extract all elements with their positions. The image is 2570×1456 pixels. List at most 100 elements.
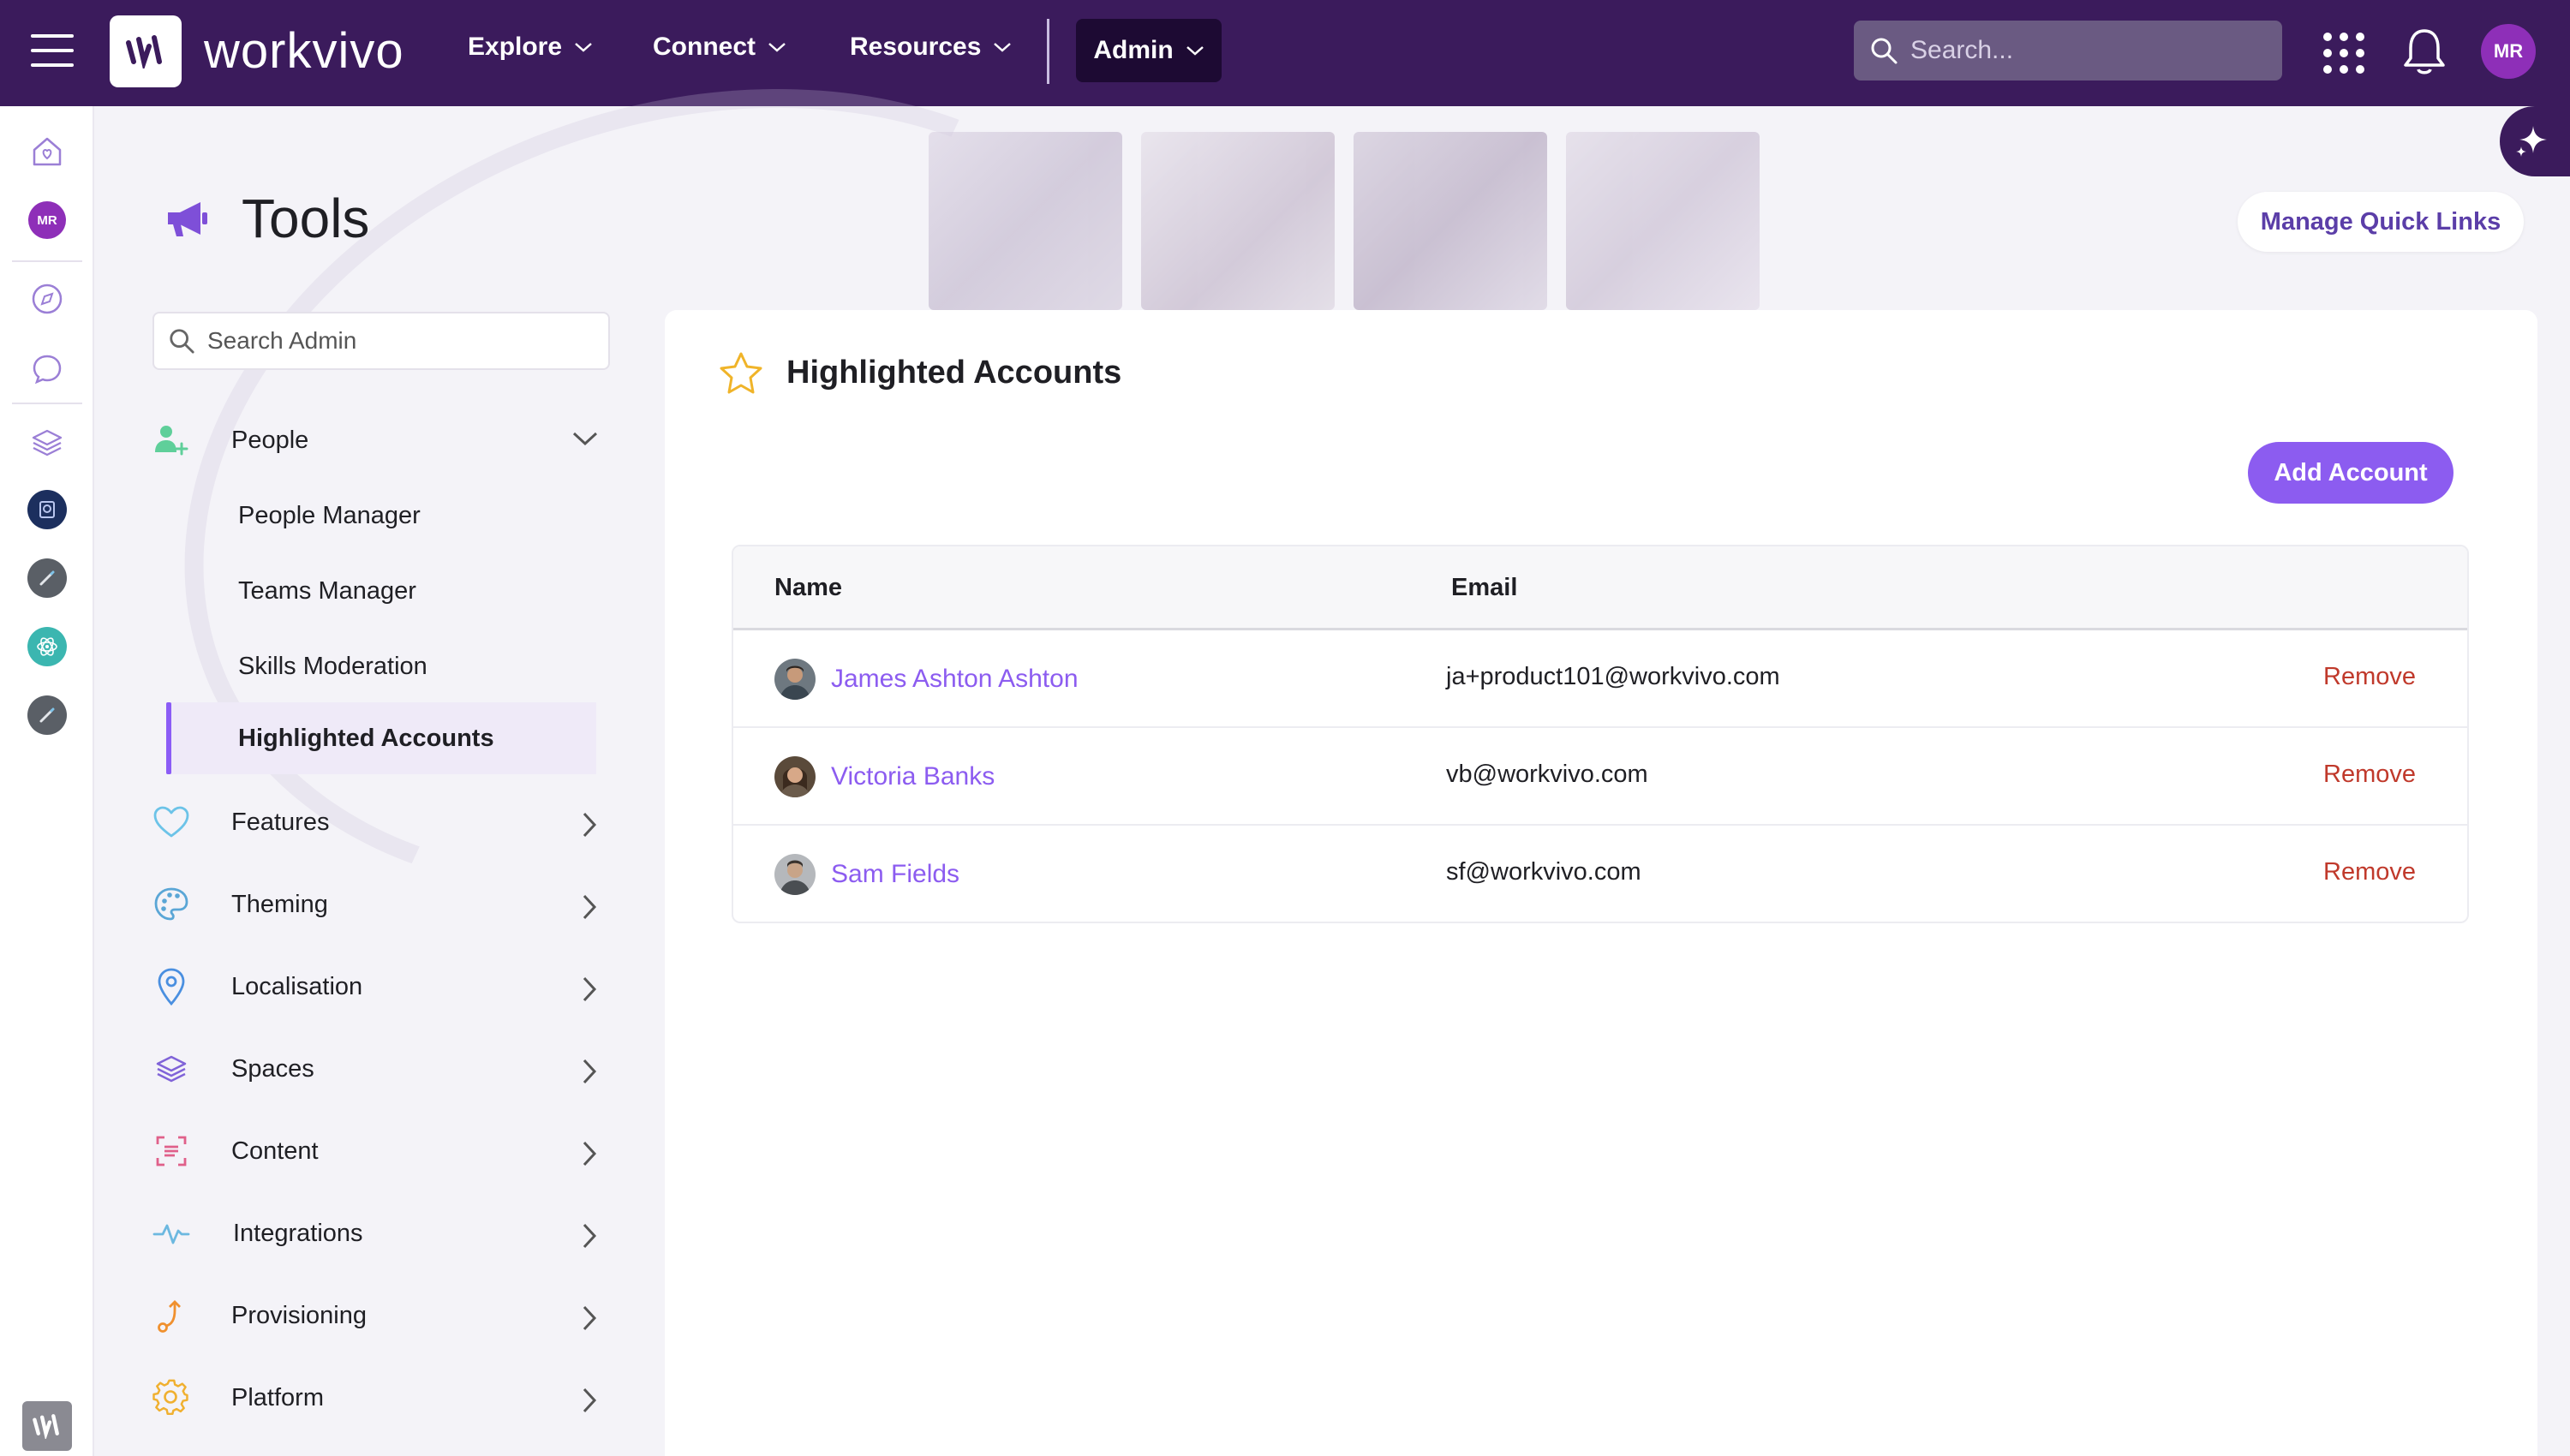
sidebar-item-platform[interactable]: Platform — [151, 1372, 613, 1423]
table-row: Sam Fields sf@workvivo.com Remove — [733, 826, 2467, 922]
global-search-input[interactable] — [1910, 36, 2270, 65]
sidebar-item-label: Integrations — [233, 1219, 363, 1247]
sidebar-subitem-people-manager[interactable]: People Manager — [166, 480, 596, 552]
star-icon — [718, 351, 764, 400]
sidebar-item-label: Features — [231, 808, 330, 836]
sidebar-item-theming[interactable]: Theming — [151, 879, 613, 930]
pen-badge-icon — [27, 558, 67, 598]
activity-pulse-icon — [151, 1213, 192, 1254]
workvivo-logo-icon[interactable] — [110, 15, 182, 87]
gear-icon — [151, 1377, 192, 1418]
sidebar-subitem-label: Teams Manager — [238, 576, 416, 605]
user-avatar[interactable]: MR — [2481, 24, 2536, 79]
chevron-right-icon — [583, 976, 597, 1002]
rail-profile[interactable]: MR — [26, 199, 69, 242]
apps-grid-icon[interactable] — [2323, 33, 2364, 74]
sidebar-item-label: Provisioning — [231, 1301, 367, 1329]
logo-text: workvivo — [204, 23, 404, 79]
pen-badge-icon — [27, 695, 67, 735]
sidebar-subitem-label: Highlighted Accounts — [238, 724, 494, 752]
admin-label: Admin — [1093, 36, 1174, 64]
chevron-right-icon — [583, 1387, 597, 1413]
sidebar-item-localisation[interactable]: Localisation — [151, 961, 613, 1012]
rail-space-icon[interactable] — [26, 694, 69, 737]
sidebar-item-spaces[interactable]: Spaces — [151, 1043, 613, 1095]
left-rail: MR — [0, 106, 94, 1456]
account-email: sf@workvivo.com — [1446, 858, 1641, 886]
chevron-down-icon — [768, 43, 786, 52]
table-row: James Ashton Ashton ja+product101@workvi… — [733, 630, 2467, 728]
workvivo-small-logo-icon[interactable] — [22, 1401, 72, 1451]
account-avatar — [774, 756, 816, 797]
column-header-email: Email — [1451, 574, 1518, 601]
admin-search-input[interactable] — [207, 327, 601, 355]
account-name-link[interactable]: Sam Fields — [831, 860, 959, 889]
rail-home-icon[interactable] — [26, 130, 69, 173]
remove-account-button[interactable]: Remove — [2323, 761, 2416, 789]
remove-account-button[interactable]: Remove — [2323, 663, 2416, 691]
nav-divider — [1047, 19, 1049, 84]
account-name-link[interactable]: Victoria Banks — [831, 762, 995, 791]
location-pin-icon — [151, 966, 192, 1007]
account-avatar — [774, 659, 816, 700]
sidebar-item-label: Spaces — [231, 1054, 314, 1083]
accounts-table: Name Email James Ashton Ashton ja+produc… — [732, 545, 2469, 923]
account-email: ja+product101@workvivo.com — [1446, 663, 1780, 690]
account-name-link[interactable]: James Ashton Ashton — [831, 665, 1079, 694]
sidebar-item-integrations[interactable]: Integrations — [151, 1208, 613, 1259]
sidebar-subitem-label: People Manager — [238, 501, 421, 529]
panel-title: Highlighted Accounts — [786, 355, 1122, 391]
sidebar-item-label: Platform — [231, 1383, 324, 1411]
column-header-name: Name — [774, 574, 842, 601]
nav-connect[interactable]: Connect — [653, 33, 786, 62]
remove-account-button[interactable]: Remove — [2323, 858, 2416, 886]
chevron-down-icon — [994, 43, 1012, 52]
nav-resources[interactable]: Resources — [850, 33, 1012, 62]
sidebar-subitem-highlighted-accounts[interactable]: Highlighted Accounts — [166, 702, 596, 774]
sidebar-item-content[interactable]: Content — [151, 1125, 613, 1177]
sidebar-item-label: Content — [231, 1137, 319, 1165]
manage-quick-links-button[interactable]: Manage Quick Links — [2238, 192, 2524, 252]
space-badge-icon — [27, 490, 67, 529]
rail-space-icon[interactable] — [26, 557, 69, 600]
rail-space-icon[interactable] — [26, 488, 69, 531]
sidebar-subitem-teams-manager[interactable]: Teams Manager — [166, 555, 596, 627]
notifications-bell-icon[interactable] — [2402, 26, 2447, 81]
heart-icon — [151, 802, 192, 843]
nav-resources-label: Resources — [850, 33, 982, 61]
sidebar-item-features[interactable]: Features — [151, 797, 613, 848]
sidebar-item-label: Theming — [231, 890, 328, 918]
atom-badge-icon — [27, 627, 67, 666]
nav-explore-label: Explore — [468, 33, 563, 61]
header-photo-strip — [929, 132, 1760, 310]
sidebar-subitem-skills-moderation[interactable]: Skills Moderation — [166, 630, 596, 702]
ai-assistant-sparkle-icon[interactable] — [2500, 106, 2570, 176]
rail-chat-icon[interactable] — [26, 348, 69, 391]
rail-compass-icon[interactable] — [26, 277, 69, 320]
route-icon — [151, 1295, 192, 1336]
sidebar-item-provisioning[interactable]: Provisioning — [151, 1290, 613, 1341]
rail-layers-icon[interactable] — [26, 421, 69, 464]
sidebar-item-label: People — [231, 426, 309, 454]
chevron-down-icon — [1186, 46, 1204, 56]
chevron-right-icon — [583, 1305, 597, 1331]
header-photo — [1354, 132, 1547, 310]
header-photo — [929, 132, 1122, 310]
admin-menu-button[interactable]: Admin — [1076, 19, 1222, 82]
hamburger-menu-icon[interactable] — [31, 34, 74, 70]
page-title: Tools — [242, 188, 370, 249]
rail-space-icon[interactable] — [26, 625, 69, 668]
layers-icon — [151, 1048, 192, 1089]
header-photo — [1141, 132, 1335, 310]
table-header: Name Email — [733, 546, 2467, 630]
sidebar-subitem-label: Skills Moderation — [238, 652, 427, 680]
sidebar-item-people[interactable]: People — [151, 415, 613, 466]
table-row: Victoria Banks vb@workvivo.com Remove — [733, 728, 2467, 826]
add-account-button[interactable]: Add Account — [2248, 442, 2453, 504]
content-scan-icon — [151, 1131, 192, 1172]
account-email: vb@workvivo.com — [1446, 761, 1648, 788]
chevron-right-icon — [583, 1059, 597, 1084]
nav-explore[interactable]: Explore — [468, 33, 593, 62]
chevron-right-icon — [583, 1223, 597, 1249]
sidebar-item-label: Localisation — [231, 972, 363, 1000]
